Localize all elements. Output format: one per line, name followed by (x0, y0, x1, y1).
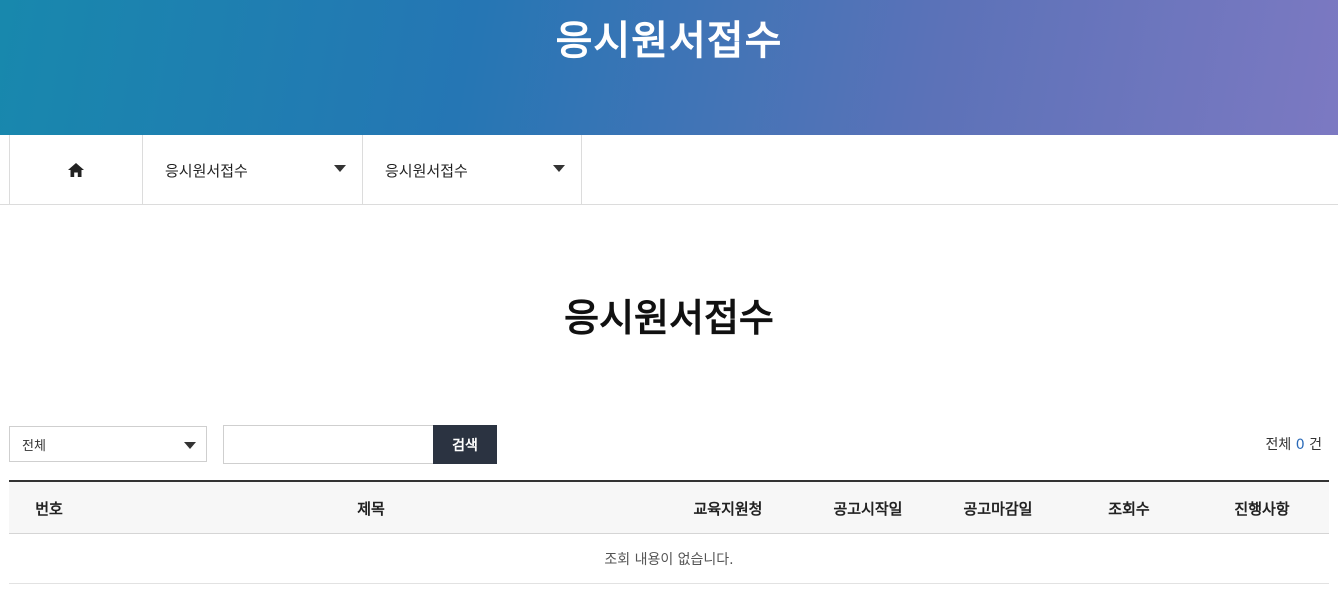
results-table: 번호 제목 교육지원청 공고시작일 공고마감일 조회수 진행사항 조회 내용이 … (9, 480, 1329, 584)
page-title: 응시원서접수 (564, 296, 774, 340)
nav-dropdown-2-label: 응시원서접수 (385, 161, 468, 180)
nav-dropdown-1-label: 응시원서접수 (165, 161, 248, 180)
total-count: 전체 0 건 (1266, 434, 1322, 454)
column-header-number: 번호 (35, 500, 63, 518)
category-select-value: 전체 (22, 438, 46, 454)
caret-down-icon (334, 165, 346, 172)
caret-down-icon (184, 442, 196, 449)
home-icon (68, 163, 84, 177)
column-header-title: 제목 (357, 500, 385, 518)
home-button[interactable] (9, 135, 143, 205)
nav-dropdown-menu-1[interactable]: 응시원서접수 (143, 135, 363, 205)
column-header-status: 진행사항 (1234, 500, 1290, 518)
category-select[interactable]: 전체 (9, 426, 207, 462)
page-banner: 응시원서접수 (0, 0, 1338, 135)
empty-message: 조회 내용이 없습니다. (9, 534, 1329, 584)
nav-dropdown-menu-2[interactable]: 응시원서접수 (363, 135, 582, 205)
banner-title: 응시원서접수 (555, 18, 783, 64)
search-input[interactable] (223, 425, 434, 464)
breadcrumb-nav: 응시원서접수 응시원서접수 (0, 135, 1338, 205)
total-suffix: 건 (1309, 437, 1322, 453)
column-header-end-date: 공고마감일 (963, 500, 1033, 518)
column-header-views: 조회수 (1108, 500, 1150, 518)
column-header-start-date: 공고시작일 (833, 500, 903, 518)
table-header: 번호 제목 교육지원청 공고시작일 공고마감일 조회수 진행사항 (9, 482, 1329, 534)
column-header-office: 교육지원청 (693, 500, 763, 518)
total-count-number: 0 (1295, 437, 1305, 453)
search-button[interactable]: 검색 (433, 425, 497, 464)
total-prefix: 전체 (1265, 437, 1292, 453)
caret-down-icon (553, 165, 565, 172)
